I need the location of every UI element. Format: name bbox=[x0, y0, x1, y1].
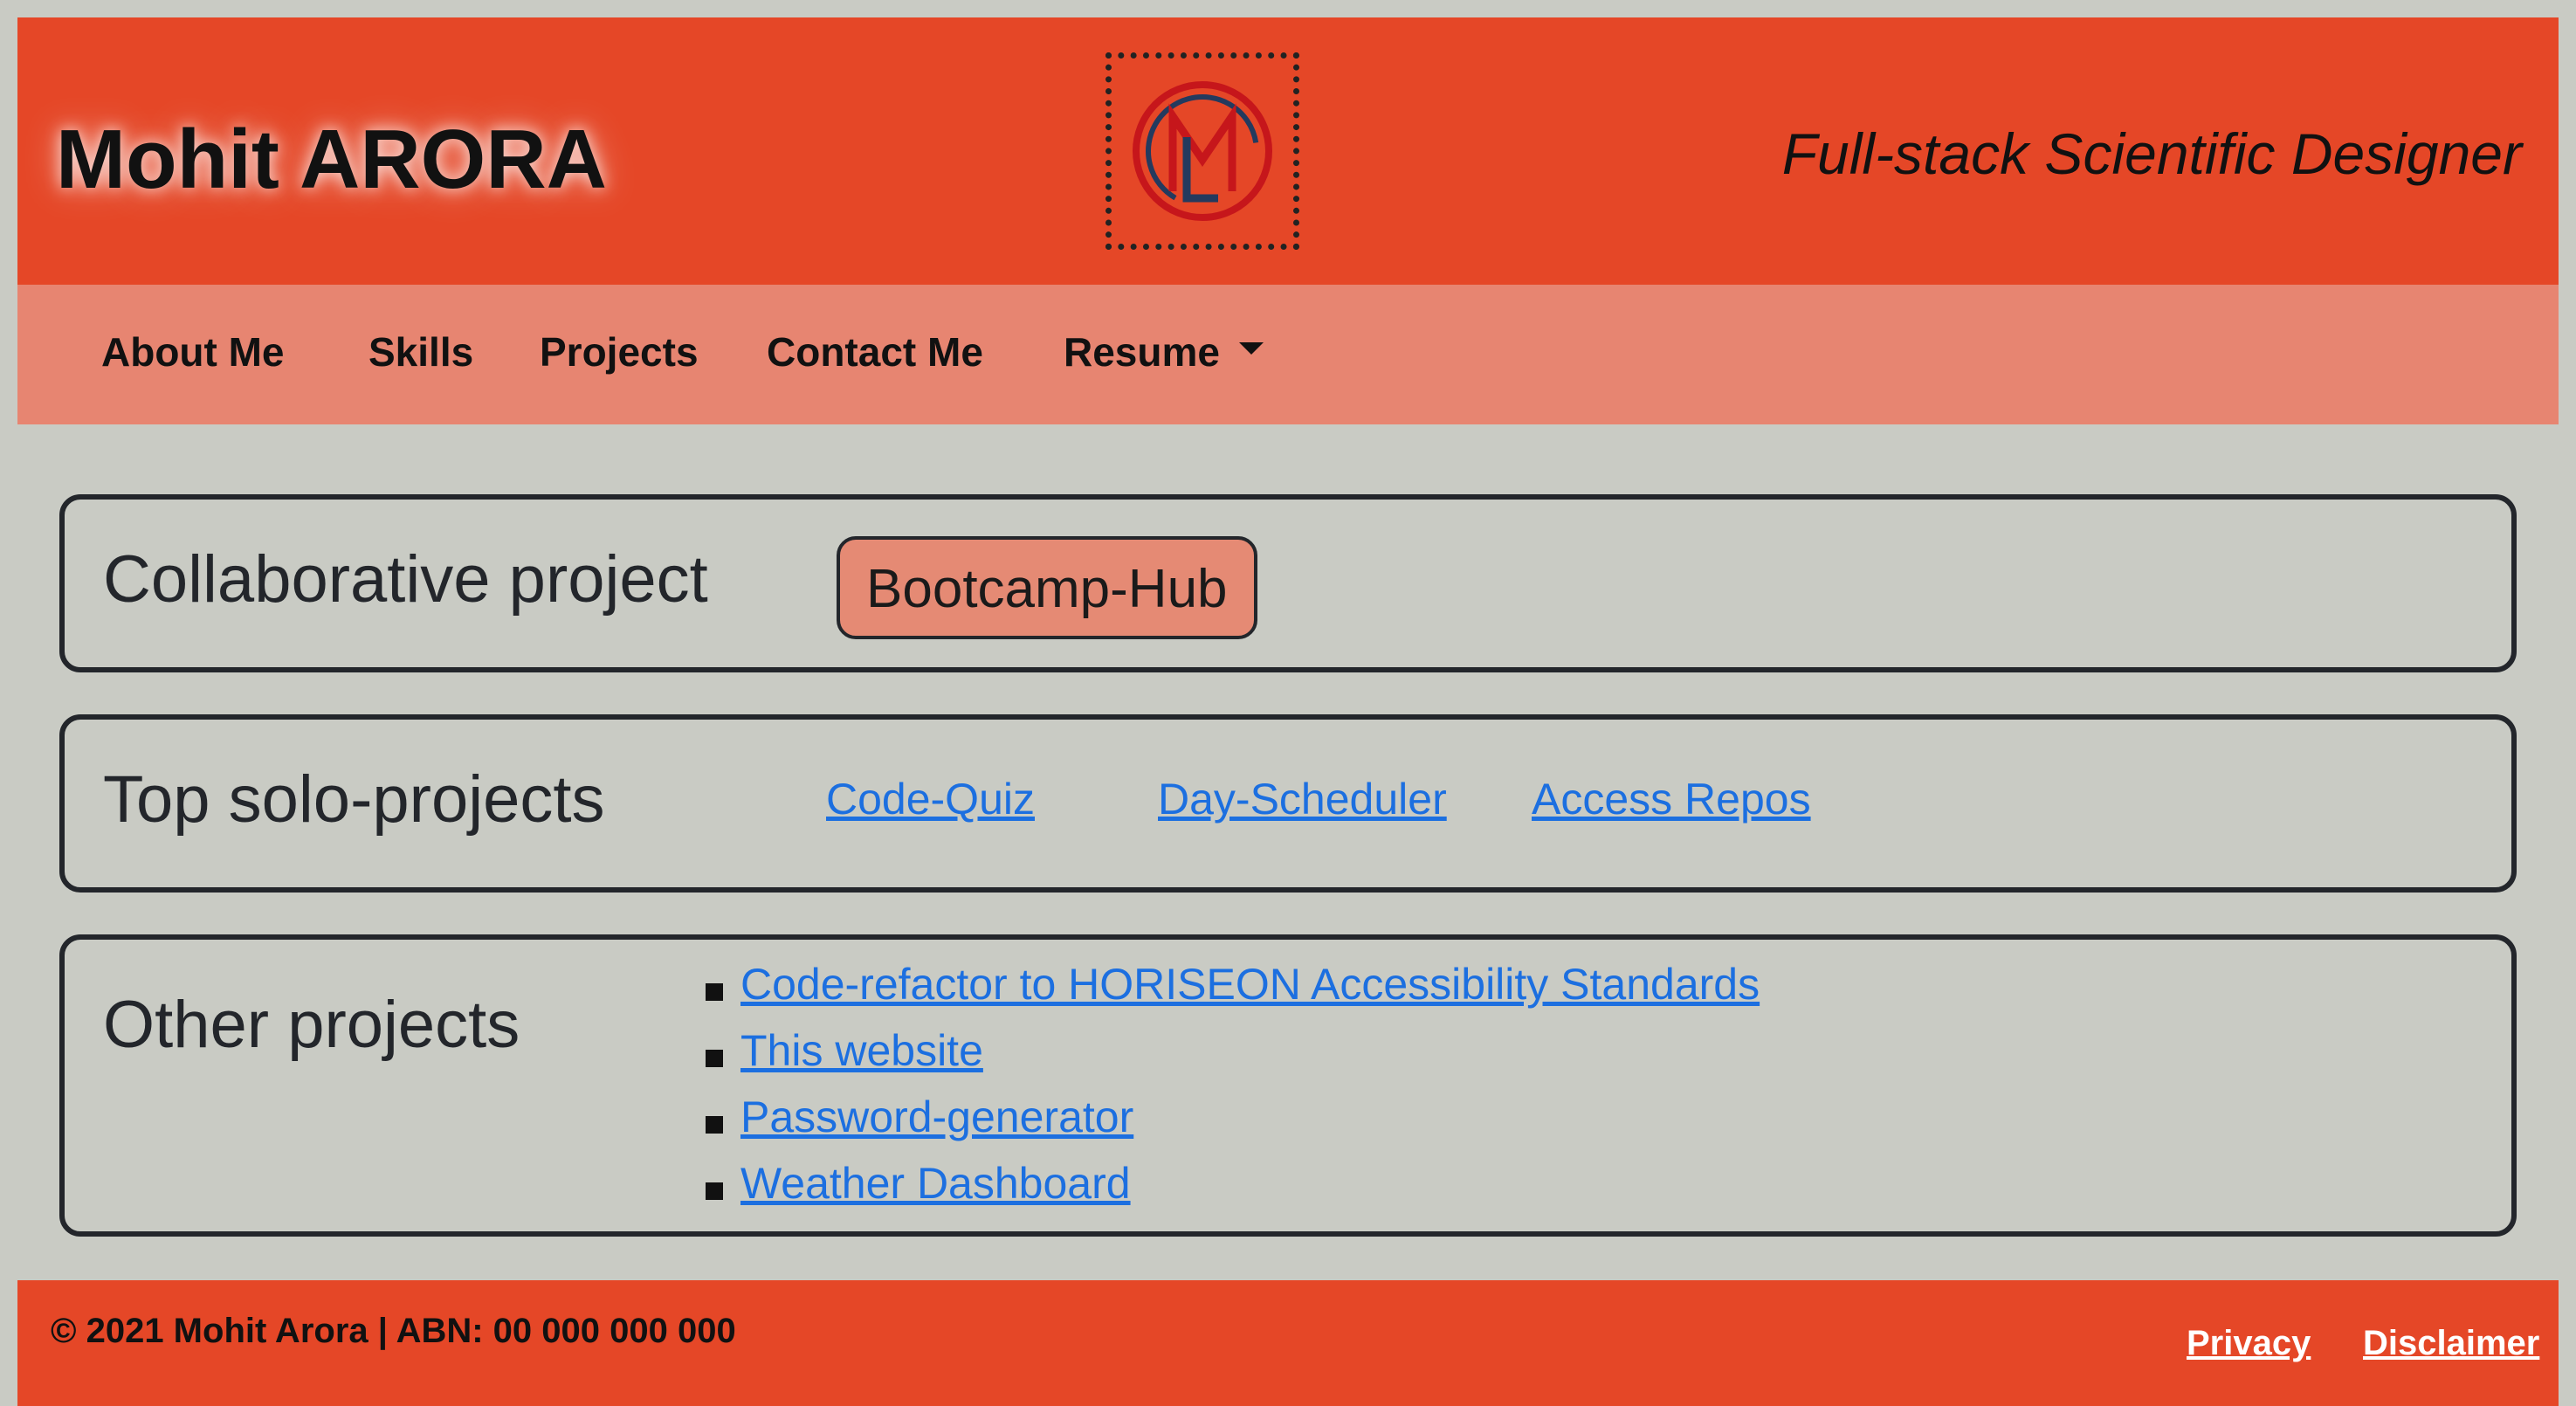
this-website-link[interactable]: This website bbox=[740, 1026, 983, 1075]
bullet-icon bbox=[706, 1182, 723, 1200]
collaborative-project-card: Collaborative project Bootcamp-Hub bbox=[59, 494, 2517, 672]
solo-projects-title: Top solo-projects bbox=[103, 762, 605, 837]
other-projects-list: Code-refactor to HORISEON Accessibility … bbox=[693, 959, 1760, 1224]
collaborative-project-title: Collaborative project bbox=[103, 542, 708, 617]
bullet-icon bbox=[706, 1050, 723, 1067]
main-nav: About Me Skills Projects Contact Me Resu… bbox=[17, 285, 2559, 424]
nav-contact-me[interactable]: Contact Me bbox=[767, 328, 983, 376]
horiseon-refactor-link[interactable]: Code-refactor to HORISEON Accessibility … bbox=[740, 960, 1760, 1009]
bullet-icon bbox=[706, 983, 723, 1001]
list-item: Code-refactor to HORISEON Accessibility … bbox=[693, 959, 1760, 1025]
list-item: This website bbox=[693, 1025, 1760, 1092]
nav-resume-dropdown[interactable]: Resume bbox=[1064, 328, 1264, 376]
mohit-monogram-logo-icon bbox=[1133, 81, 1272, 221]
password-generator-link[interactable]: Password-generator bbox=[740, 1092, 1133, 1141]
list-item: Weather Dashboard bbox=[693, 1158, 1760, 1224]
page: Mohit ARORA Full-stack Scientific Design… bbox=[0, 0, 2576, 1406]
copyright-text: © 2021 Mohit Arora | ABN: 00 000 000 000 bbox=[51, 1312, 736, 1350]
bootcamp-hub-button[interactable]: Bootcamp-Hub bbox=[837, 536, 1257, 639]
list-item: Password-generator bbox=[693, 1092, 1760, 1158]
code-quiz-link[interactable]: Code-Quiz bbox=[826, 774, 1035, 824]
nav-projects[interactable]: Projects bbox=[540, 328, 699, 376]
day-scheduler-link[interactable]: Day-Scheduler bbox=[1158, 774, 1447, 824]
site-header: Mohit ARORA Full-stack Scientific Design… bbox=[17, 17, 2559, 285]
logo[interactable] bbox=[1105, 52, 1299, 250]
site-tagline: Full-stack Scientific Designer bbox=[1781, 121, 2522, 186]
nav-about-me[interactable]: About Me bbox=[101, 328, 285, 376]
access-repos-link[interactable]: Access Repos bbox=[1532, 774, 1811, 824]
other-projects-title: Other projects bbox=[103, 988, 520, 1062]
site-footer: © 2021 Mohit Arora | ABN: 00 000 000 000… bbox=[17, 1280, 2559, 1406]
other-projects-card: Other projects Code-refactor to HORISEON… bbox=[59, 934, 2517, 1237]
site-brand[interactable]: Mohit ARORA bbox=[56, 112, 607, 208]
caret-down-icon bbox=[1238, 341, 1264, 355]
nav-resume-label: Resume bbox=[1064, 329, 1220, 375]
bullet-icon bbox=[706, 1116, 723, 1134]
nav-skills[interactable]: Skills bbox=[368, 328, 473, 376]
weather-dashboard-link[interactable]: Weather Dashboard bbox=[740, 1159, 1131, 1208]
privacy-link[interactable]: Privacy bbox=[2187, 1324, 2311, 1363]
disclaimer-link[interactable]: Disclaimer bbox=[2363, 1324, 2539, 1363]
solo-projects-card: Top solo-projects Code-Quiz Day-Schedule… bbox=[59, 714, 2517, 893]
